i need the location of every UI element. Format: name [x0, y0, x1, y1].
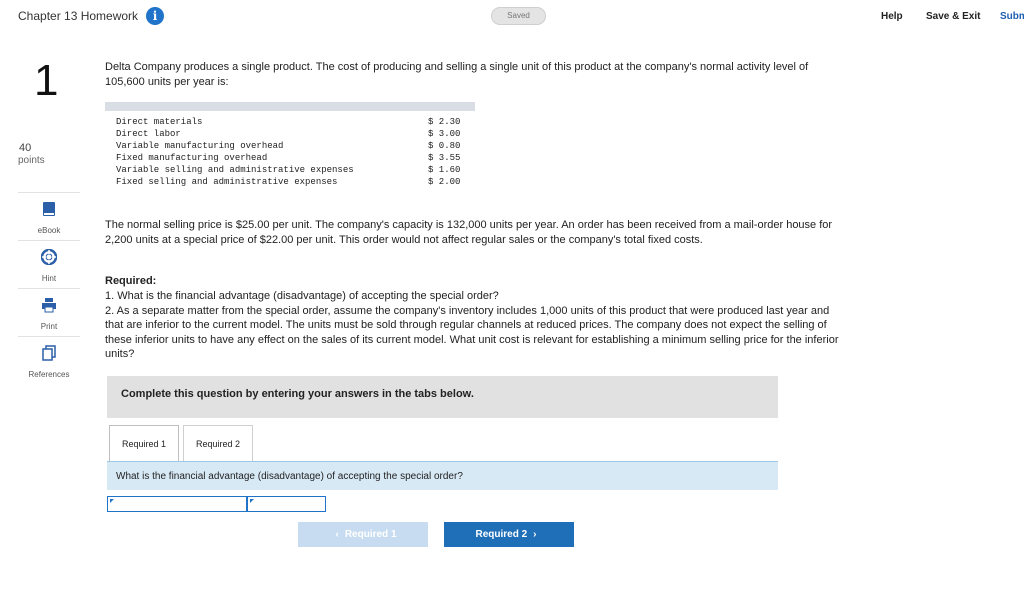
cost-row: Fixed selling and administrative expense… — [105, 176, 475, 188]
tab-required-2[interactable]: Required 2 — [183, 425, 253, 461]
question-prompt: What is the financial advantage (disadva… — [116, 471, 463, 482]
cost-value: $ 0.80 — [428, 141, 461, 151]
submit-button[interactable]: Submit — [1000, 11, 1024, 22]
required-heading: Required: — [105, 275, 157, 287]
lifebuoy-icon — [40, 248, 58, 266]
cost-row: Direct materials $ 2.30 — [105, 116, 475, 128]
tab-required-1[interactable]: Required 1 — [109, 425, 179, 461]
cost-row: Direct labor $ 3.00 — [105, 128, 475, 140]
cost-value: $ 3.55 — [428, 153, 461, 163]
chevron-right-icon: › — [533, 529, 537, 540]
cost-value: $ 2.30 — [428, 117, 461, 127]
problem-details: The normal selling price is $25.00 per u… — [105, 219, 833, 246]
points-label: points — [18, 155, 45, 166]
help-button[interactable]: Help — [881, 11, 903, 22]
saved-status-badge: Saved — [491, 7, 546, 25]
assignment-title: Chapter 13 Homework — [18, 9, 139, 23]
cost-name: Variable selling and administrative expe… — [116, 165, 354, 175]
dropdown-indicator-icon — [110, 499, 114, 503]
printer-icon — [42, 298, 56, 313]
ebook-button[interactable]: eBook — [18, 192, 80, 235]
question-prompt-bar: What is the financial advantage (disadva… — [107, 461, 778, 490]
cost-row: Variable selling and administrative expe… — [105, 164, 475, 176]
answer-label-field[interactable] — [107, 496, 247, 512]
cost-name: Variable manufacturing overhead — [116, 141, 284, 151]
points-value: 40 — [19, 142, 32, 154]
top-bar: Chapter 13 Homework i Saved Help Save & … — [0, 0, 1024, 34]
cost-value: $ 1.60 — [428, 165, 461, 175]
cost-name: Direct labor — [116, 129, 181, 139]
next-required-button[interactable]: Required 2 › — [444, 522, 574, 547]
cost-name: Fixed manufacturing overhead — [116, 153, 268, 163]
book-icon — [43, 202, 55, 216]
references-button[interactable]: References — [18, 336, 80, 379]
print-button[interactable]: Print — [18, 288, 80, 331]
references-label: References — [28, 370, 70, 379]
problem-intro: Delta Company produces a single product.… — [105, 61, 809, 88]
save-exit-button[interactable]: Save & Exit — [926, 11, 980, 22]
input-indicator-icon — [250, 499, 254, 503]
cost-name: Fixed selling and administrative expense… — [116, 177, 338, 187]
cost-name: Direct materials — [116, 117, 203, 127]
required-text: 1. What is the financial advantage (disa… — [105, 290, 839, 360]
print-label: Print — [40, 322, 58, 331]
cost-row: Variable manufacturing overhead $ 0.80 — [105, 140, 475, 152]
cost-value: $ 3.00 — [428, 129, 461, 139]
previous-required-button[interactable]: ‹ Required 1 — [298, 522, 428, 547]
cost-table: Direct materials $ 2.30 Direct labor $ 3… — [105, 102, 475, 188]
references-icon — [42, 345, 56, 361]
next-button-label: Required 2 — [475, 529, 528, 540]
chevron-left-icon: ‹ — [335, 529, 339, 540]
ebook-label: eBook — [37, 226, 61, 235]
instruction-banner: Complete this question by entering your … — [107, 376, 778, 418]
cost-value: $ 2.00 — [428, 177, 461, 187]
hint-button[interactable]: Hint — [18, 240, 80, 283]
answer-amount-field[interactable] — [247, 496, 326, 512]
previous-button-label: Required 1 — [344, 529, 397, 540]
question-number: 1 — [34, 56, 59, 105]
instruction-text: Complete this question by entering your … — [121, 388, 474, 400]
info-icon[interactable]: i — [146, 7, 164, 25]
cost-row: Fixed manufacturing overhead $ 3.55 — [105, 152, 475, 164]
hint-label: Hint — [41, 274, 57, 283]
